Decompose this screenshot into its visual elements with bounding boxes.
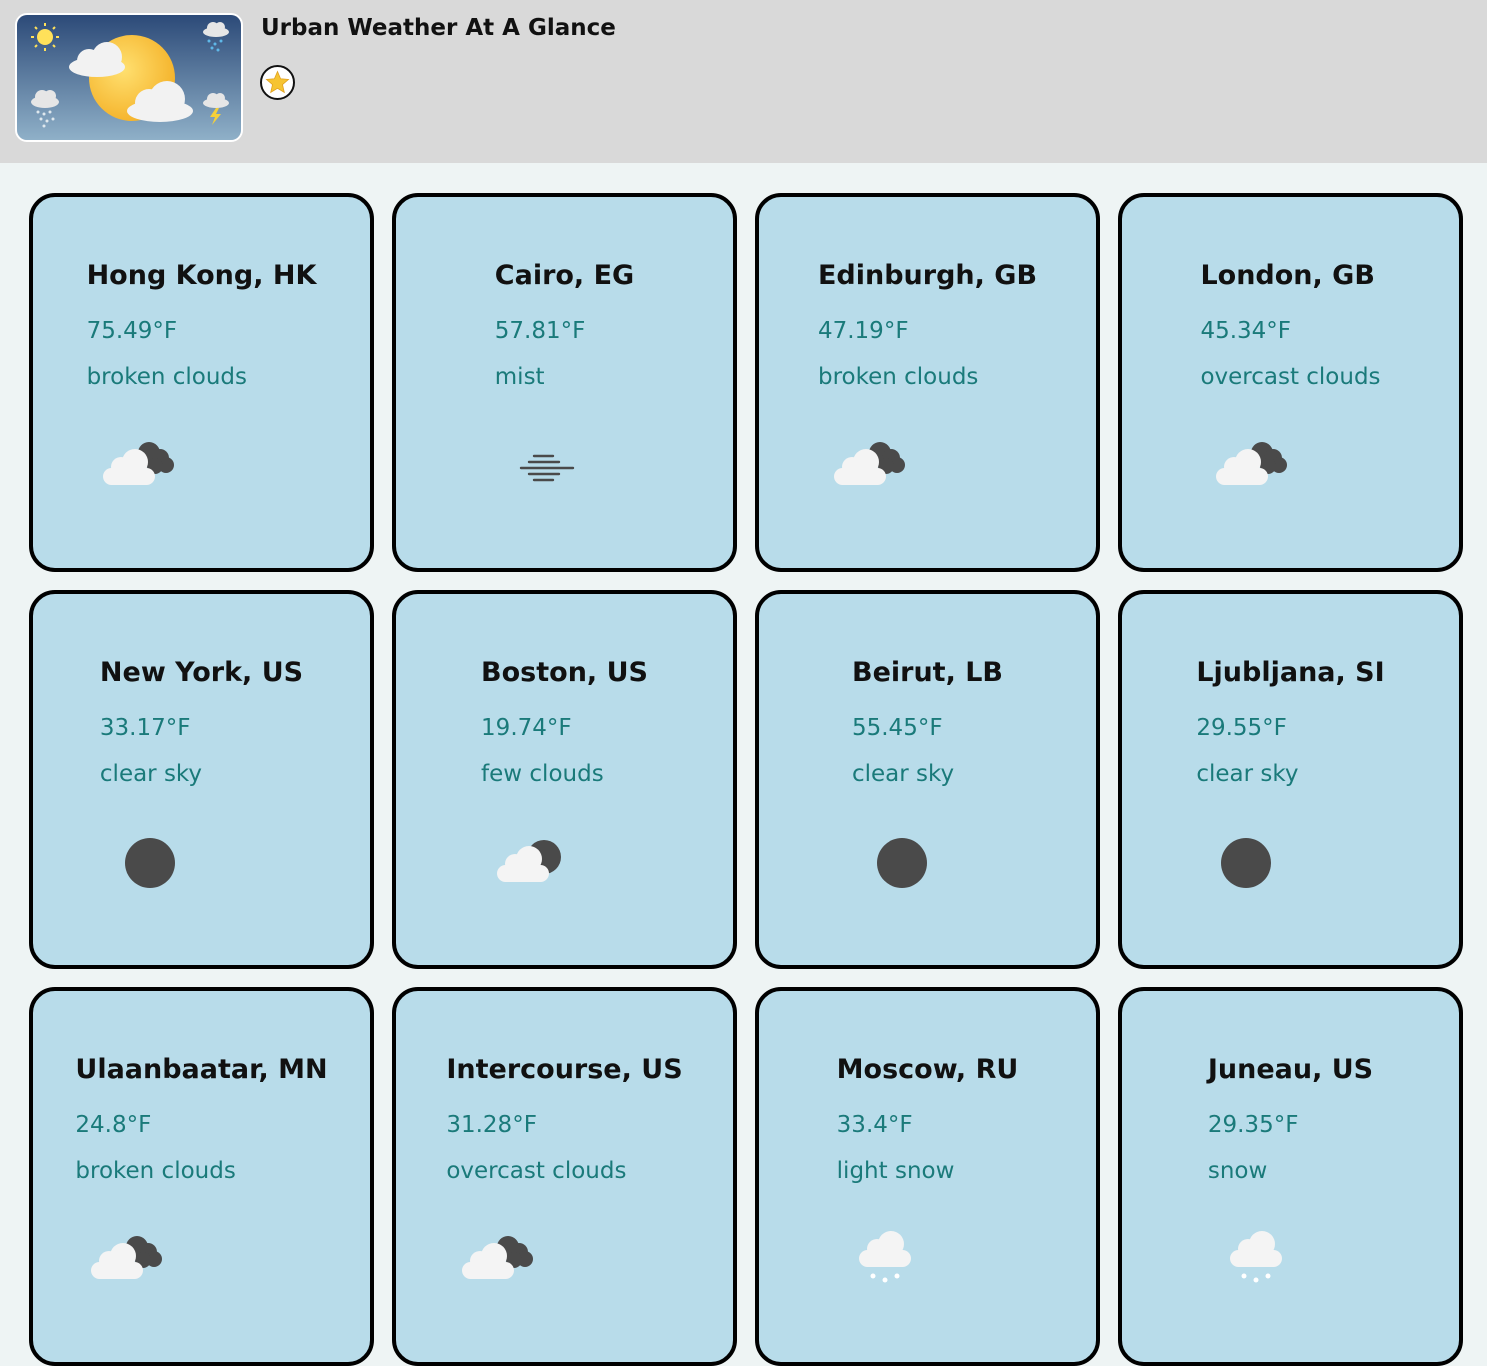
- snow-icon: [1220, 1228, 1300, 1288]
- snow-icon: [849, 1228, 929, 1288]
- weather-collage-icon: [15, 13, 243, 142]
- temperature: 29.35°F: [1207, 1112, 1299, 1138]
- city-card-juneau[interactable]: Juneau, US 29.35°F snow: [1118, 987, 1463, 1366]
- clear-night-icon: [1208, 831, 1288, 891]
- city-name: Cairo, EG: [494, 260, 635, 291]
- mist-icon: [507, 434, 587, 494]
- temperature: 45.34°F: [1200, 318, 1292, 344]
- weather-description: broken clouds: [75, 1158, 236, 1184]
- city-card-london[interactable]: London, GB 45.34°F overcast clouds: [1118, 193, 1463, 572]
- star-icon: [265, 70, 290, 95]
- city-card-intercourse[interactable]: Intercourse, US 31.28°F overcast clouds: [392, 987, 737, 1366]
- broken-clouds-icon: [99, 434, 179, 494]
- broken-clouds-icon: [830, 434, 910, 494]
- app-title: Urban Weather At A Glance: [261, 15, 616, 41]
- clear-night-icon: [864, 831, 944, 891]
- city-name: Hong Kong, HK: [86, 260, 317, 291]
- temperature: 31.28°F: [446, 1112, 537, 1138]
- city-name: Ulaanbaatar, MN: [75, 1054, 328, 1085]
- temperature: 33.4°F: [836, 1112, 913, 1138]
- weather-description: few clouds: [481, 761, 604, 787]
- weather-description: broken clouds: [86, 364, 248, 390]
- city-card-cairo[interactable]: Cairo, EG 57.81°F mist: [392, 193, 737, 572]
- city-name: Intercourse, US: [446, 1054, 683, 1085]
- weather-description: broken clouds: [817, 364, 979, 390]
- few-clouds-night-icon: [493, 831, 573, 891]
- broken-clouds-icon: [1212, 434, 1292, 494]
- city-card-ljubljana[interactable]: Ljubljana, SI 29.55°F clear sky: [1118, 590, 1463, 969]
- favorites-button[interactable]: [260, 65, 295, 100]
- app-header: Urban Weather At A Glance: [0, 0, 1487, 163]
- temperature: 24.8°F: [75, 1112, 152, 1138]
- city-name: Juneau, US: [1207, 1054, 1374, 1085]
- city-card-ulaanbaatar[interactable]: Ulaanbaatar, MN 24.8°F broken clouds: [29, 987, 374, 1366]
- broken-clouds-icon: [87, 1228, 167, 1288]
- broken-clouds-icon: [458, 1228, 538, 1288]
- city-name: New York, US: [99, 657, 304, 688]
- city-name: Ljubljana, SI: [1196, 657, 1385, 688]
- weather-description: overcast clouds: [1200, 364, 1381, 390]
- city-card-boston[interactable]: Boston, US 19.74°F few clouds: [392, 590, 737, 969]
- temperature: 75.49°F: [86, 318, 178, 344]
- weather-description: clear sky: [851, 761, 955, 787]
- weather-description: clear sky: [99, 761, 203, 787]
- city-name: London, GB: [1200, 260, 1375, 291]
- temperature: 19.74°F: [481, 715, 572, 741]
- weather-description: overcast clouds: [446, 1158, 627, 1184]
- city-weather-grid: Hong Kong, HK 75.49°F broken clouds Cair…: [29, 193, 1463, 1366]
- city-name: Boston, US: [481, 657, 648, 688]
- weather-description: clear sky: [1196, 761, 1299, 787]
- temperature: 33.17°F: [99, 715, 191, 741]
- temperature: 47.19°F: [817, 318, 909, 344]
- weather-description: light snow: [836, 1158, 955, 1184]
- temperature: 55.45°F: [851, 715, 943, 741]
- city-name: Moscow, RU: [836, 1054, 1019, 1085]
- city-card-edinburgh[interactable]: Edinburgh, GB 47.19°F broken clouds: [755, 193, 1100, 572]
- temperature: 57.81°F: [494, 318, 586, 344]
- temperature: 29.55°F: [1196, 715, 1287, 741]
- city-card-hong-kong[interactable]: Hong Kong, HK 75.49°F broken clouds: [29, 193, 374, 572]
- city-card-new-york[interactable]: New York, US 33.17°F clear sky: [29, 590, 374, 969]
- clear-night-icon: [112, 831, 192, 891]
- weather-description: mist: [494, 364, 545, 390]
- city-card-moscow[interactable]: Moscow, RU 33.4°F light snow: [755, 987, 1100, 1366]
- city-card-beirut[interactable]: Beirut, LB 55.45°F clear sky: [755, 590, 1100, 969]
- city-name: Beirut, LB: [851, 657, 1004, 688]
- weather-description: snow: [1207, 1158, 1268, 1184]
- city-name: Edinburgh, GB: [817, 260, 1038, 291]
